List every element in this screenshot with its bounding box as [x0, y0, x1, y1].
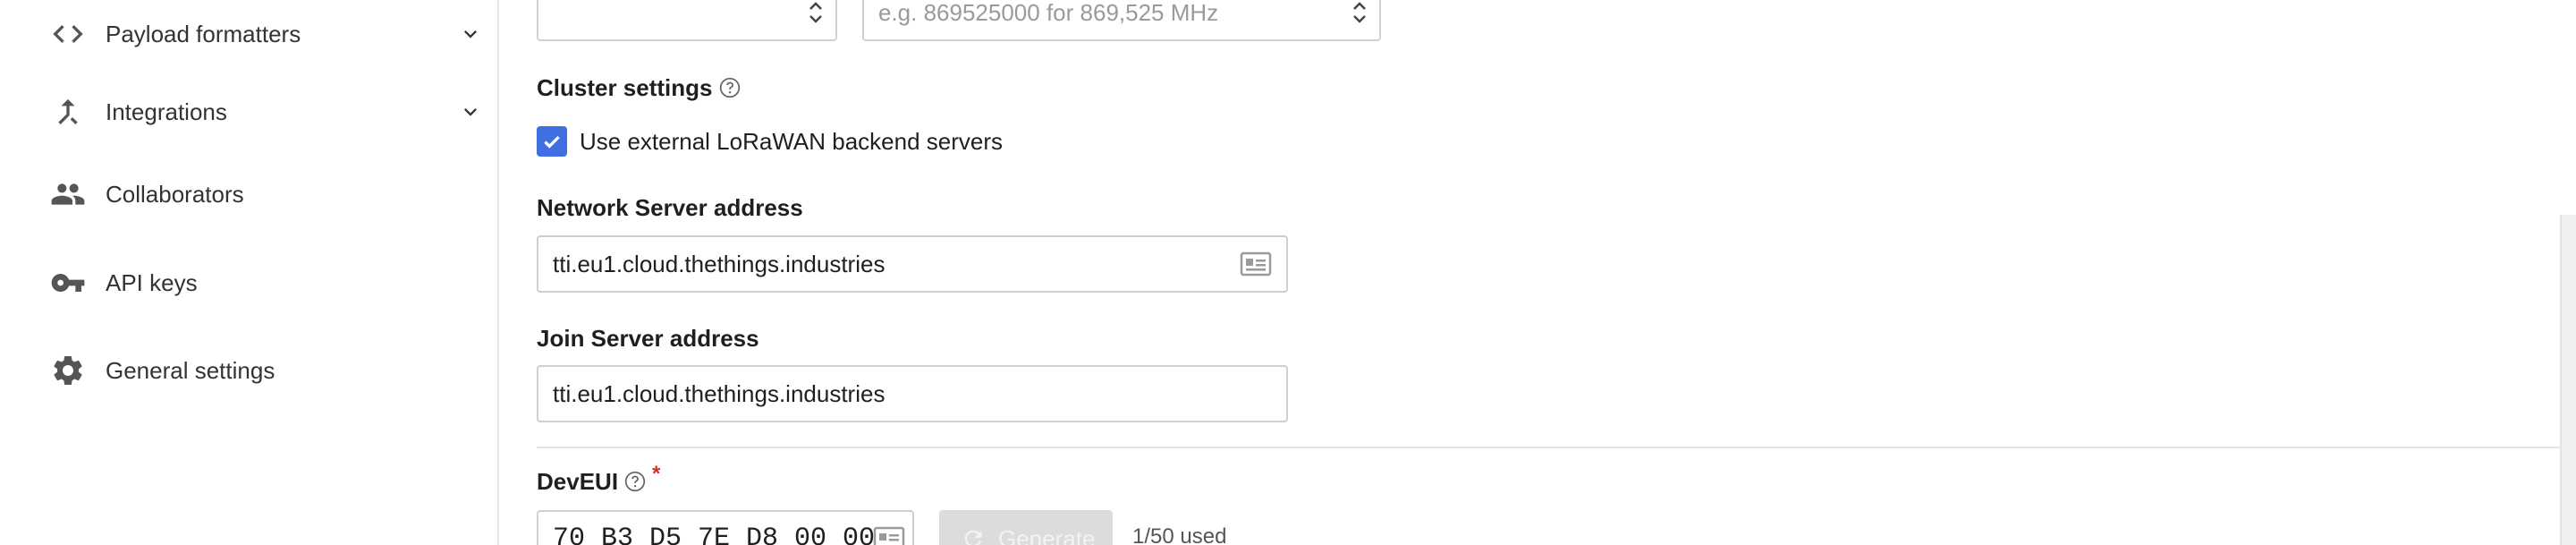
address-card-icon	[1240, 251, 1272, 277]
help-icon[interactable]	[623, 470, 647, 493]
network-server-value: tti.eu1.cloud.thethings.industries	[553, 250, 886, 277]
chevron-down-icon[interactable]	[458, 99, 483, 124]
refresh-icon	[964, 530, 982, 545]
chevron-down-icon[interactable]	[458, 21, 483, 47]
required-mark: *	[652, 462, 661, 486]
frequency-placeholder: e.g. 869525000 for 869,525 MHz	[878, 0, 1219, 26]
section-divider	[537, 447, 2562, 448]
generate-button[interactable]: Generate	[939, 510, 1113, 545]
sidebar-item-label: Integrations	[106, 98, 227, 125]
stepper-icon[interactable]	[1351, 0, 1368, 27]
deveui-input[interactable]: 70 B3 D5 7E D8 00 00	[537, 510, 914, 545]
join-server-value: tti.eu1.cloud.thethings.industries	[553, 379, 886, 407]
deveui-label-text: DevEUI	[537, 467, 619, 495]
cluster-settings-label: Cluster settings	[537, 72, 741, 104]
code-icon	[50, 16, 86, 52]
sidebar-item-collaborators[interactable]: Collaborators	[0, 163, 497, 226]
join-server-label: Join Server address	[537, 322, 759, 354]
sidebar-item-general-settings[interactable]: General settings	[0, 339, 497, 402]
main-content: e.g. 869525000 for 869,525 MHz Cluster s…	[501, 0, 2576, 545]
sidebar-item-payload-formatters[interactable]: Payload formatters	[0, 3, 497, 65]
deveui-value: 70 B3 D5 7E D8 00 00	[553, 524, 876, 545]
generate-usage-text: 1/50 used	[1132, 524, 1227, 545]
external-servers-checkbox-label[interactable]: Use external LoRaWAN backend servers	[580, 128, 1003, 156]
network-server-label: Network Server address	[537, 192, 803, 224]
network-server-input[interactable]: tti.eu1.cloud.thethings.industries	[537, 235, 1288, 293]
help-icon[interactable]	[718, 76, 741, 99]
external-servers-checkbox[interactable]	[537, 126, 567, 157]
sidebar-item-api-keys[interactable]: API keys	[0, 251, 497, 314]
top-number-input[interactable]	[537, 0, 837, 41]
generate-button-label: Generate	[998, 524, 1096, 545]
sidebar-item-label: General settings	[106, 356, 275, 384]
vertical-scrollbar[interactable]	[2560, 215, 2576, 545]
stepper-icon[interactable]	[807, 0, 825, 27]
frequency-input[interactable]: e.g. 869525000 for 869,525 MHz	[862, 0, 1381, 41]
join-server-label-text: Join Server address	[537, 324, 759, 352]
deveui-label: DevEUI *	[537, 462, 661, 498]
cluster-settings-text: Cluster settings	[537, 73, 713, 101]
sidebar-item-integrations[interactable]: Integrations	[0, 81, 497, 143]
join-server-input[interactable]: tti.eu1.cloud.thethings.industries	[537, 365, 1288, 422]
network-server-label-text: Network Server address	[537, 193, 803, 221]
checkmark-icon	[544, 135, 560, 149]
sidebar-item-label: Payload formatters	[106, 20, 301, 47]
integrations-icon	[50, 94, 86, 130]
sidebar-item-label: API keys	[106, 268, 198, 296]
sidebar-item-label: Collaborators	[106, 180, 244, 208]
gear-icon	[50, 353, 86, 388]
people-icon	[50, 176, 86, 212]
sidebar: Payload formatters Integrations Collabor…	[0, 0, 499, 545]
address-card-icon	[873, 526, 905, 545]
key-icon	[50, 265, 86, 301]
